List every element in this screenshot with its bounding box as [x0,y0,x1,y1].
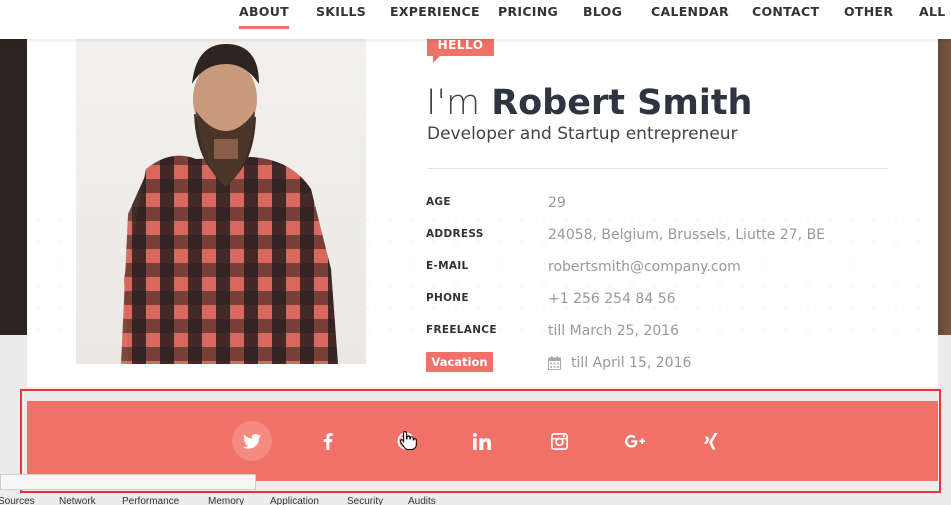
devtools-tab-performance[interactable]: Performance [122,496,179,505]
instagram-icon[interactable] [539,421,579,461]
devtools-tab-application[interactable]: Application [270,496,319,505]
social-bar [27,401,938,481]
detail-label-phone: PHONE [426,292,469,304]
linkedin-icon[interactable] [462,421,502,461]
detail-value-age: 29 [548,195,566,211]
greeting: I'm [426,83,481,123]
devtools-tab-audits[interactable]: Audits [408,496,436,505]
nav-item-experience[interactable]: EXPERIENCE [390,4,480,19]
detail-value-freelance: till March 25, 2016 [548,323,680,339]
profile-role: Developer and Startup entrepreneur [427,124,738,144]
twitter-icon[interactable] [232,421,272,461]
devtools-tab-bar: Sources Network Performance Memory Appli… [0,495,951,505]
xing-icon[interactable] [691,421,731,461]
nav-item-contact[interactable]: CONTACT [752,4,819,19]
detail-label-freelance: FREELANCE [426,324,497,336]
nav-item-about[interactable]: ABOUT [239,4,290,29]
person-name: Robert Smith [491,83,753,123]
detail-value-phone: +1 256 254 84 56 [548,291,676,307]
nav-item-skills[interactable]: SKILLS [316,4,366,19]
vacation-badge: Vacation [426,352,493,372]
top-navigation: ABOUT SKILLS EXPERIENCE PRICING BLOG CAL… [0,0,951,39]
devtools-tab-network[interactable]: Network [59,496,96,505]
profile-photo [76,39,366,364]
facebook-icon[interactable] [308,421,348,461]
profile-card: HELLO I'm Robert Smith Developer and Sta… [27,39,938,387]
nav-item-other[interactable]: OTHER [844,4,893,19]
detail-value-email[interactable]: robertsmith@company.com [548,259,741,275]
hello-badge: HELLO [427,39,494,63]
divider [427,168,888,169]
detail-label-email: E-MAIL [426,260,469,272]
detail-value-vacation: till April 15, 2016 [571,355,692,371]
nav-item-blog[interactable]: BLOG [583,4,622,19]
nav-item-pricing[interactable]: PRICING [498,4,558,19]
devtools-tab-memory[interactable]: Memory [208,496,244,505]
hand-cursor-icon [399,430,417,454]
calendar-icon [548,355,561,374]
devtools-tab-security[interactable]: Security [347,496,383,505]
profile-name: I'm Robert Smith [426,83,752,123]
detail-label-age: AGE [426,196,451,208]
detail-value-address: 24058, Belgium, Brussels, Liutte 27, BE [548,227,826,243]
devtools-tab-sources[interactable]: Sources [0,496,35,505]
nav-item-calendar[interactable]: CALENDAR [651,4,729,19]
google-plus-icon[interactable] [615,421,655,461]
nav-item-all[interactable]: ALL D [919,4,951,19]
detail-label-address: ADDRESS [426,228,484,240]
devtools-drawer-tab[interactable] [0,474,256,490]
